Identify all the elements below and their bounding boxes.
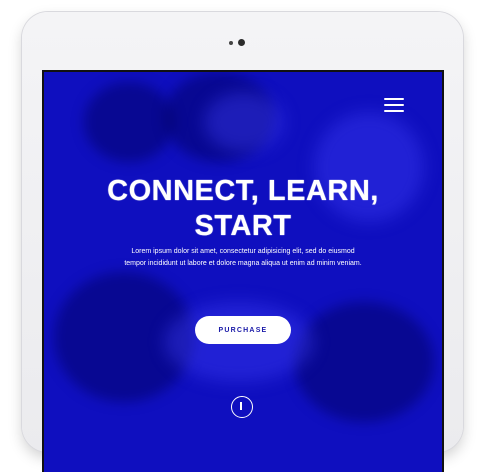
purchase-button[interactable]: PURCHASE xyxy=(195,316,291,344)
hero-section: CONNECT, LEARN, START Lorem ipsum dolor … xyxy=(42,70,444,472)
front-camera xyxy=(238,39,245,46)
photo-highlight xyxy=(204,92,284,152)
arrow-down-icon xyxy=(240,402,242,410)
scroll-down-icon[interactable] xyxy=(231,396,253,418)
hamburger-menu-icon[interactable] xyxy=(384,98,404,112)
photo-shadow xyxy=(84,82,174,162)
hero-title-line-1: CONNECT, LEARN, xyxy=(107,175,379,207)
hero-title-line-2: START xyxy=(194,210,292,242)
tablet-frame: CONNECT, LEARN, START Lorem ipsum dolor … xyxy=(22,12,463,472)
photo-shadow xyxy=(294,302,434,422)
sensor-dot xyxy=(229,41,233,45)
hero-description: Lorem ipsum dolor sit amet, consectetur … xyxy=(124,248,362,267)
hero-title: CONNECT, LEARN, START xyxy=(44,174,442,244)
